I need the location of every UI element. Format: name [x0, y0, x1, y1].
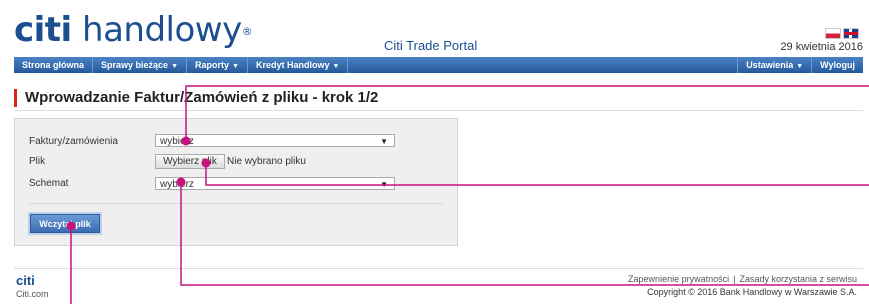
- callout-dot-load: [66, 221, 76, 231]
- annotation-callouts: [66, 85, 869, 304]
- callout-line-schema: [180, 182, 869, 286]
- callout-line-invoices: [185, 85, 869, 141]
- callout-dot-file: [201, 158, 211, 168]
- callout-line-file: [205, 163, 869, 186]
- callout-dot-invoices: [181, 136, 191, 146]
- callout-dot-schema: [176, 177, 186, 187]
